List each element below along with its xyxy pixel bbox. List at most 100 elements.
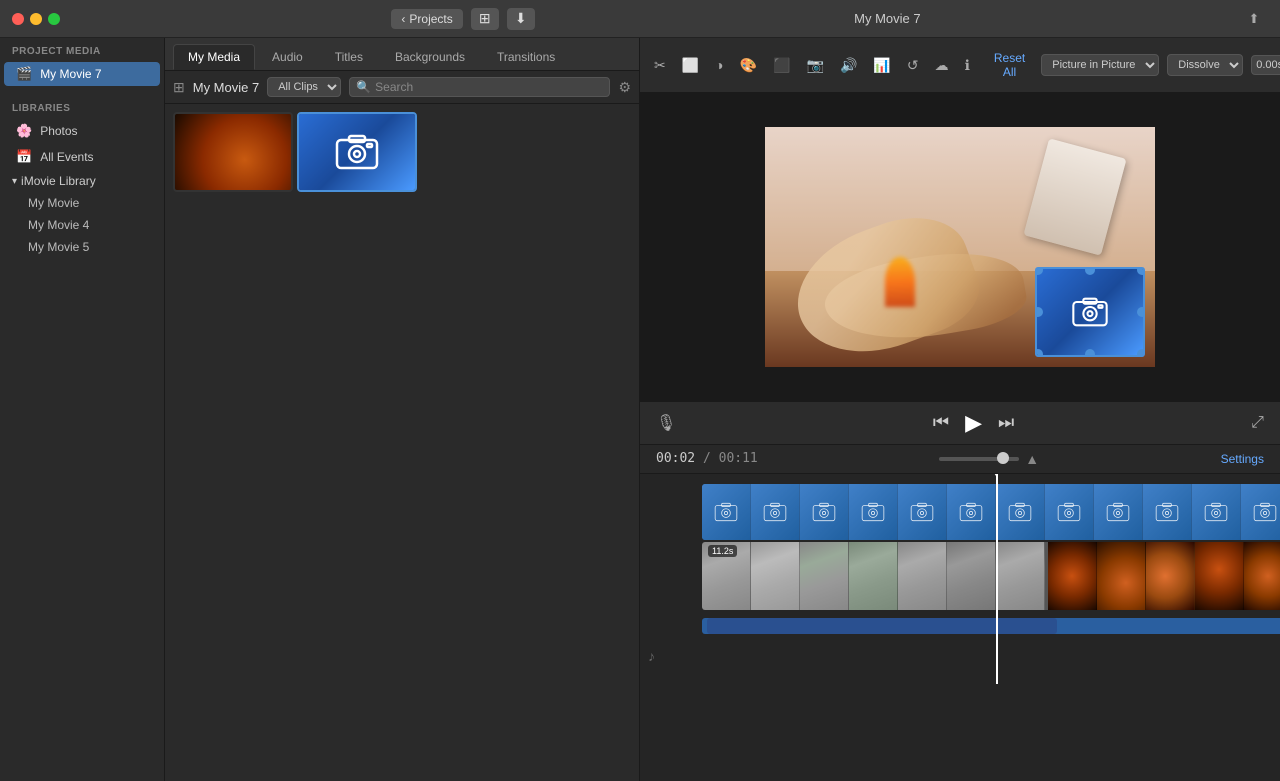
- sidebar-item-label: All Events: [40, 150, 93, 164]
- pip-resize-tr[interactable]: [1137, 267, 1145, 275]
- vid-cell: [996, 542, 1045, 610]
- window-title: My Movie 7: [854, 11, 920, 26]
- balance-tool-button[interactable]: ⬜: [678, 55, 703, 76]
- media-thumbnail-1[interactable]: [173, 112, 293, 192]
- sidebar-sub-label: My Movie 4: [28, 218, 89, 232]
- skip-forward-button[interactable]: ⏭: [998, 412, 1014, 433]
- video-toolbar: ✂ ⬜ ◑ 🎨 ⬛ 📷 🔊 📊 ↺ ☁ ℹ Reset All Picture …: [640, 38, 1280, 93]
- title-bar: ‹ Projects ⊞ ⬇ My Movie 7 ⬆: [0, 0, 1280, 38]
- pip-resize-bl[interactable]: [1035, 349, 1043, 357]
- main-track-row: 11.2s: [700, 542, 1280, 610]
- music-note-icon: ♪: [648, 648, 655, 664]
- crop-tool-button[interactable]: ✂: [650, 55, 670, 76]
- tab-audio[interactable]: Audio: [257, 44, 318, 70]
- close-button[interactable]: [12, 13, 24, 25]
- timeline-area[interactable]: 11.2s: [640, 474, 1280, 781]
- vid-cell: [898, 542, 947, 610]
- skip-back-button[interactable]: ⏮: [933, 412, 949, 433]
- wheel-tool-button[interactable]: 🎨: [736, 55, 761, 76]
- fullscreen-icon-button[interactable]: ⤢: [1251, 414, 1264, 432]
- audio-track-row: [700, 612, 1280, 634]
- layout-icon-button[interactable]: ⊞: [471, 8, 499, 30]
- projects-button[interactable]: ‹ Projects: [391, 9, 462, 29]
- pip-overlay[interactable]: [1035, 267, 1145, 357]
- projects-label: Projects: [409, 12, 452, 26]
- pip-cell: [849, 484, 898, 540]
- search-icon: 🔍: [356, 80, 371, 94]
- sidebar-item-my-movie-4[interactable]: My Movie 4: [4, 215, 160, 235]
- sidebar-item-photos[interactable]: 🌸 Photos: [4, 119, 160, 143]
- download-icon-button[interactable]: ⬇: [507, 8, 535, 30]
- sidebar-item-my-movie-5[interactable]: My Movie 5: [4, 237, 160, 257]
- vid-cell: [1146, 542, 1195, 610]
- tab-backgrounds[interactable]: Backgrounds: [380, 44, 480, 70]
- playback-controls: 🎙 ⏮ ▶ ⏭ ⤢: [640, 401, 1280, 444]
- tab-transitions[interactable]: Transitions: [482, 44, 570, 70]
- vid-cell: [751, 542, 800, 610]
- pip-cell: [800, 484, 849, 540]
- duration-input[interactable]: [1251, 55, 1280, 75]
- pip-resize-mr[interactable]: [1137, 307, 1145, 317]
- timeline-content: 11.2s: [640, 474, 1280, 684]
- vid-cell: [947, 542, 996, 610]
- speed-tool-button[interactable]: ↺: [903, 55, 923, 76]
- eq-tool-button[interactable]: 📊: [869, 55, 894, 76]
- reset-all-button[interactable]: Reset All: [994, 51, 1025, 79]
- pip-cell: [1192, 484, 1241, 540]
- overlay-tool-button[interactable]: ☁: [931, 55, 953, 76]
- pip-resize-br[interactable]: [1137, 349, 1145, 357]
- pip-cell: [1094, 484, 1143, 540]
- video-segment-light: [702, 542, 1045, 610]
- duration-badge: 11.2s: [708, 545, 737, 557]
- playback-center: ⏮ ▶ ⏭: [933, 410, 1014, 436]
- share-button[interactable]: ⬆: [1240, 8, 1268, 30]
- media-grid: [165, 104, 639, 781]
- microphone-button[interactable]: 🎙: [656, 413, 676, 433]
- zoom-slider[interactable]: [939, 457, 1019, 461]
- vid-cell: [1097, 542, 1146, 610]
- media-thumbnail-2[interactable]: [297, 112, 417, 192]
- libraries-header: LIBRARIES: [0, 95, 164, 118]
- pip-cell: [702, 484, 751, 540]
- sidebar-item-my-movie[interactable]: My Movie: [4, 193, 160, 213]
- settings-gear-button[interactable]: ⚙: [618, 79, 631, 96]
- play-button[interactable]: ▶: [965, 410, 982, 436]
- clips-filter-select[interactable]: All Clips: [267, 77, 341, 97]
- sidebar-item-all-events[interactable]: 📅 All Events: [4, 145, 160, 169]
- tab-my-media[interactable]: My Media: [173, 44, 255, 70]
- sidebar-item-my-movie-7[interactable]: 🎬 My Movie 7: [4, 62, 160, 86]
- sidebar-item-label: My Movie 7: [40, 67, 101, 81]
- layout-toggle-button[interactable]: ⊞: [173, 79, 185, 96]
- pip-camera-icon: [1070, 292, 1110, 332]
- pip-resize-bm[interactable]: [1085, 349, 1095, 357]
- color-tool-button[interactable]: ◑: [711, 55, 727, 75]
- tabs-bar: My Media Audio Titles Backgrounds Transi…: [165, 38, 639, 71]
- dissolve-select[interactable]: Dissolve: [1167, 54, 1243, 76]
- chevron-left-icon: ‹: [401, 12, 405, 26]
- minimize-button[interactable]: [30, 13, 42, 25]
- photos-icon: 🌸: [16, 123, 32, 139]
- pip-cell: [947, 484, 996, 540]
- pip-cell: [996, 484, 1045, 540]
- audio-tool-button[interactable]: 🔊: [836, 55, 861, 76]
- fullscreen-button[interactable]: [48, 13, 60, 25]
- right-panel: ✂ ⬜ ◑ 🎨 ⬛ 📷 🔊 📊 ↺ ☁ ℹ Reset All Picture …: [640, 38, 1280, 781]
- tab-titles[interactable]: Titles: [320, 44, 378, 70]
- audio-clip: [707, 618, 1057, 634]
- info-tool-button[interactable]: ℹ: [961, 55, 974, 76]
- pip-mode-select[interactable]: Picture in Picture: [1041, 54, 1159, 76]
- sidebar-item-imovie-library[interactable]: ▾ iMovie Library: [0, 170, 164, 192]
- film-icon: 🎬: [16, 66, 32, 82]
- camera-tool-button[interactable]: 📷: [803, 55, 828, 76]
- total-time-value: 00:11: [719, 451, 758, 466]
- zoom-thumb[interactable]: [997, 452, 1009, 464]
- frame-tool-button[interactable]: ⬛: [769, 55, 794, 76]
- main-content: PROJECT MEDIA 🎬 My Movie 7 LIBRARIES 🌸 P…: [0, 38, 1280, 781]
- timeline-settings-button[interactable]: Settings: [1221, 452, 1264, 466]
- sidebar-library-label: iMovie Library: [21, 174, 96, 188]
- pip-cell: [1241, 484, 1280, 540]
- pip-cell: [1045, 484, 1094, 540]
- events-icon: 📅: [16, 149, 32, 165]
- pip-cell: [898, 484, 947, 540]
- search-input[interactable]: [375, 80, 603, 94]
